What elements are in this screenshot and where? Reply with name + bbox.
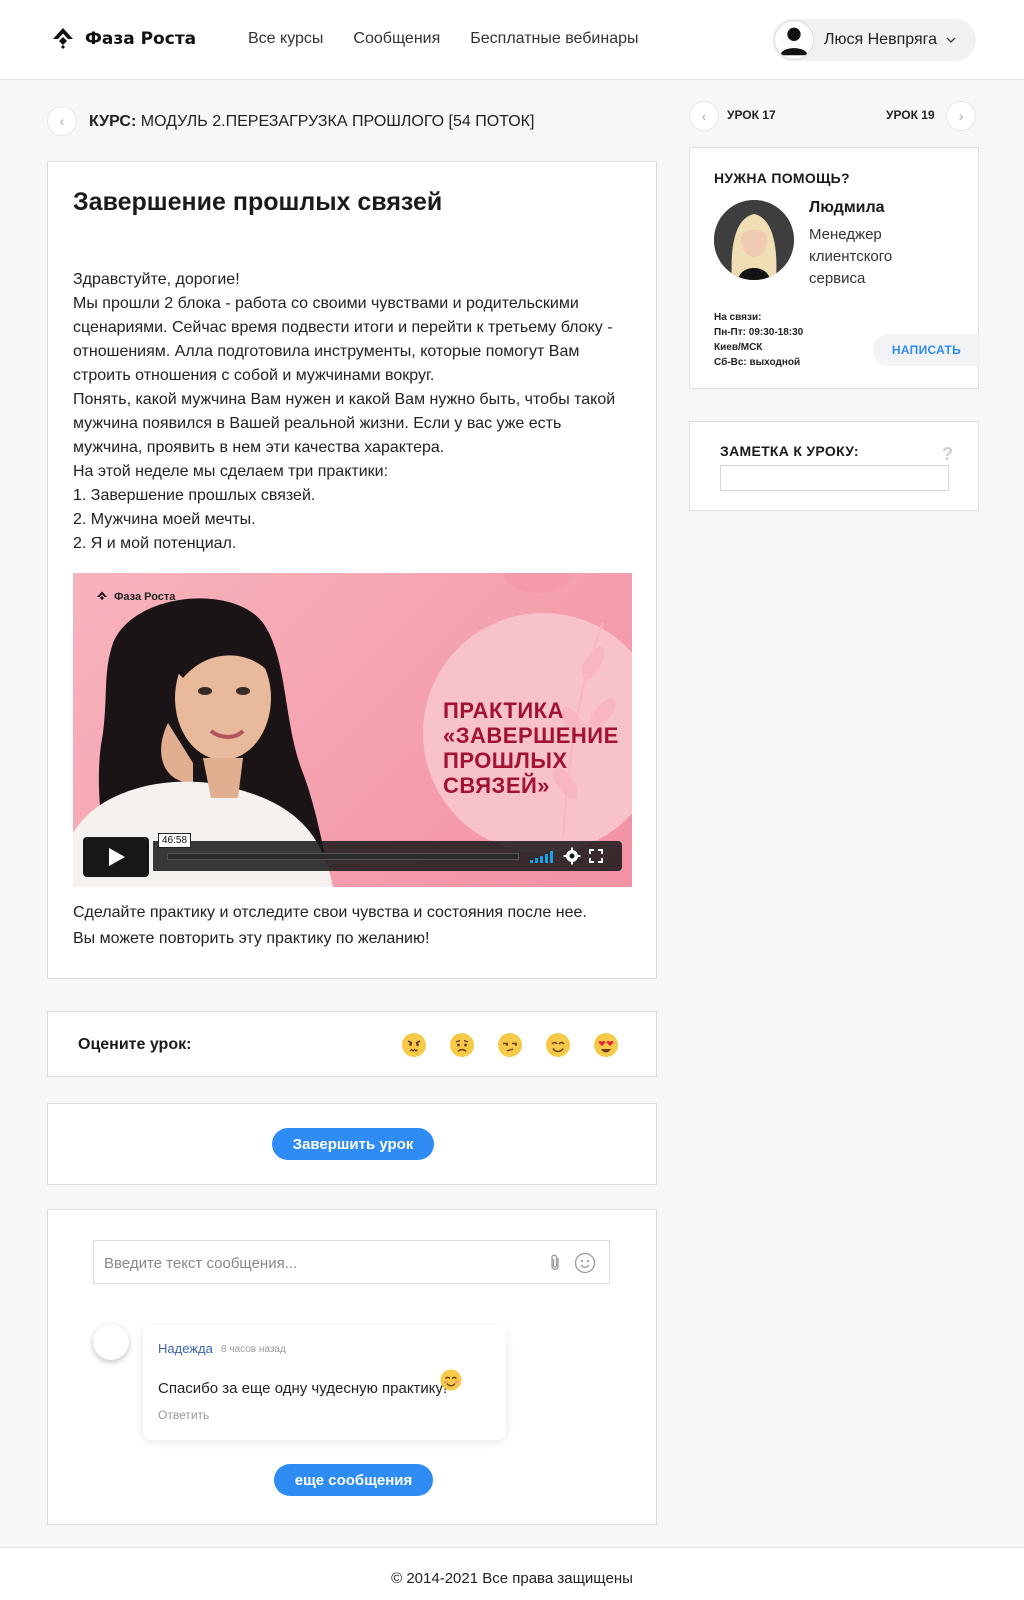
manager-photo [714,200,794,280]
lesson-paragraph: 2. Я и мой потенциал. [73,535,237,552]
video-controls: 46:58 [83,833,622,877]
video-title-line: ПРАКТИКА [443,698,564,723]
contact-line: Киев/МСК [714,342,763,353]
settings-gear-icon[interactable] [563,847,581,865]
write-button[interactable]: НАПИСАТЬ [873,334,980,366]
message-input[interactable]: Введите текст сообщения... [93,1240,610,1284]
lesson-paragraph: Сделайте практику и отследите свои чувст… [73,904,587,921]
contact-line: Пн-Пт: 09:30-18:30 [714,327,804,338]
help-title: НУЖНА ПОМОЩЬ? [714,170,850,186]
logo[interactable]: Фаза Роста [49,25,196,53]
chevron-left-icon: ‹ [59,113,65,129]
prev-lesson-button[interactable]: ‹ [689,101,719,131]
contact-line: На связи: [714,312,762,323]
message-input-placeholder: Введите текст сообщения... [104,1255,298,1272]
attachment-icon[interactable] [547,1253,563,1273]
main-nav: Все курсы Сообщения Бесплатные вебинары [248,30,639,48]
lesson-card: Завершение прошлых связей Здравстуйте, д… [47,161,657,979]
emoji-picker-icon[interactable] [574,1252,596,1274]
note-title: ЗАМЕТКА К УРОКУ: [720,443,859,459]
contact-hours: На связи: Пн-Пт: 09:30-18:30 Киев/МСК Сб… [714,310,803,370]
worried-emoji-icon[interactable] [448,1031,476,1059]
reply-link[interactable]: Ответить [158,1408,209,1422]
comment-avatar [93,1324,129,1360]
comment-time: 8 часов назад [221,1344,286,1355]
lesson-paragraph: Вы можете повторить эту практику по жела… [73,930,430,947]
note-input[interactable] [720,465,949,491]
contact-line: Сб-Вс: выходной [714,357,801,368]
chevron-left-icon: ‹ [701,108,707,124]
next-lesson-button[interactable]: › [946,101,976,131]
comment: Надежда 8 часов назад Спасибо за еще одн… [143,1325,506,1440]
copyright: © 2014-2021 Все права защищены [391,1570,633,1587]
more-messages-button[interactable]: еще сообщения [274,1464,433,1496]
lesson-paragraph: На этой неделе мы сделаем три практики: [73,463,389,480]
chat-card: Введите текст сообщения... Надежда 8 час… [47,1209,657,1525]
video-time: 46:58 [158,833,192,848]
volume-icon[interactable] [530,851,553,863]
video-progress-bar[interactable] [167,853,519,860]
lesson-after-text: Сделайте практику и отследите свои чувст… [73,900,633,952]
help-card: НУЖНА ПОМОЩЬ? Людмила Менеджер клиентско… [689,147,980,389]
user-silhouette-icon [780,27,808,56]
logo-icon [53,28,73,49]
lesson-paragraph: Здравстуйте, дорогие! [73,271,240,288]
logo-text: Фаза Роста [85,29,197,49]
play-button[interactable] [83,837,149,877]
manager-avatar [714,200,794,280]
play-icon [109,848,125,866]
help-question-icon[interactable]: ? [942,444,953,465]
user-avatar [774,20,814,60]
unamused-emoji-icon[interactable] [496,1031,524,1059]
breadcrumb: КУРС: МОДУЛЬ 2.ПЕРЕЗАГРУЗКА ПРОШЛОГО [54… [89,113,534,131]
nav-all-courses[interactable]: Все курсы [248,30,323,48]
user-name: Люся Невпряга [824,31,937,48]
site-footer: © 2014-2021 Все права защищены [0,1547,1024,1600]
breadcrumb-course: МОДУЛЬ 2.ПЕРЕЗАГРУЗКА ПРОШЛОГО [54 ПОТОК… [140,113,535,130]
rating-label: Оцените урок: [78,1036,192,1053]
chevron-right-icon: › [958,108,964,124]
nav-free-webinars[interactable]: Бесплатные вебинары [470,30,638,48]
note-card: ЗАМЕТКА К УРОКУ: ? [689,421,979,511]
lesson-paragraph: 1. Завершение прошлых связей. [73,487,316,504]
comment-text: Спасибо за еще одну чудесную практику! [158,1380,448,1397]
angry-emoji-icon[interactable] [400,1031,428,1059]
manager-name: Людмила [809,199,885,216]
video-title-line: СВЯЗЕЙ» [443,773,551,798]
lesson-paragraph: Мы прошли 2 блока - работа со своими чув… [73,295,613,384]
video-title-line: «ЗАВЕРШЕНИЕ [443,723,619,748]
nav-messages[interactable]: Сообщения [353,30,440,48]
video-track [153,841,622,871]
next-lesson-label[interactable]: УРОК 19 [886,108,935,122]
smiling-emoji-icon[interactable] [544,1031,572,1059]
lesson-title: Завершение прошлых связей [73,188,443,216]
chevron-down-icon [946,37,956,43]
video-decor-blob [503,573,573,593]
rating-card: Оцените урок: [47,1011,657,1077]
lesson-paragraph: 2. Мужчина моей мечты. [73,511,256,528]
heart-eyes-emoji-icon[interactable] [592,1031,620,1059]
user-menu[interactable]: Люся Невпряга [772,19,976,61]
comment-author[interactable]: Надежда [158,1341,213,1356]
video-player[interactable]: Фаза Роста ПРАКТИКА «ЗАВЕРШЕНИЕ ПРОШЛЫХ … [73,573,632,887]
finish-lesson-button[interactable]: Завершить урок [272,1128,434,1160]
prev-lesson-label[interactable]: УРОК 17 [727,108,776,122]
fullscreen-icon[interactable] [589,849,603,863]
lesson-text: Здравстуйте, дорогие! Мы прошли 2 блока … [73,268,633,556]
site-header: Фаза Роста Все курсы Сообщения Бесплатны… [0,0,1024,80]
video-title: ПРАКТИКА «ЗАВЕРШЕНИЕ ПРОШЛЫХ СВЯЗЕЙ» [443,698,619,798]
finish-card: Завершить урок [47,1103,657,1185]
breadcrumb-prefix: КУРС: [89,113,137,130]
back-button[interactable]: ‹ [47,106,77,136]
blush-emoji-icon [440,1369,462,1391]
video-title-line: ПРОШЛЫХ [443,748,568,773]
manager-role: Менеджер клиентского сервиса [809,226,893,287]
lesson-paragraph: Понять, какой мужчина Вам нужен и какой … [73,391,616,456]
